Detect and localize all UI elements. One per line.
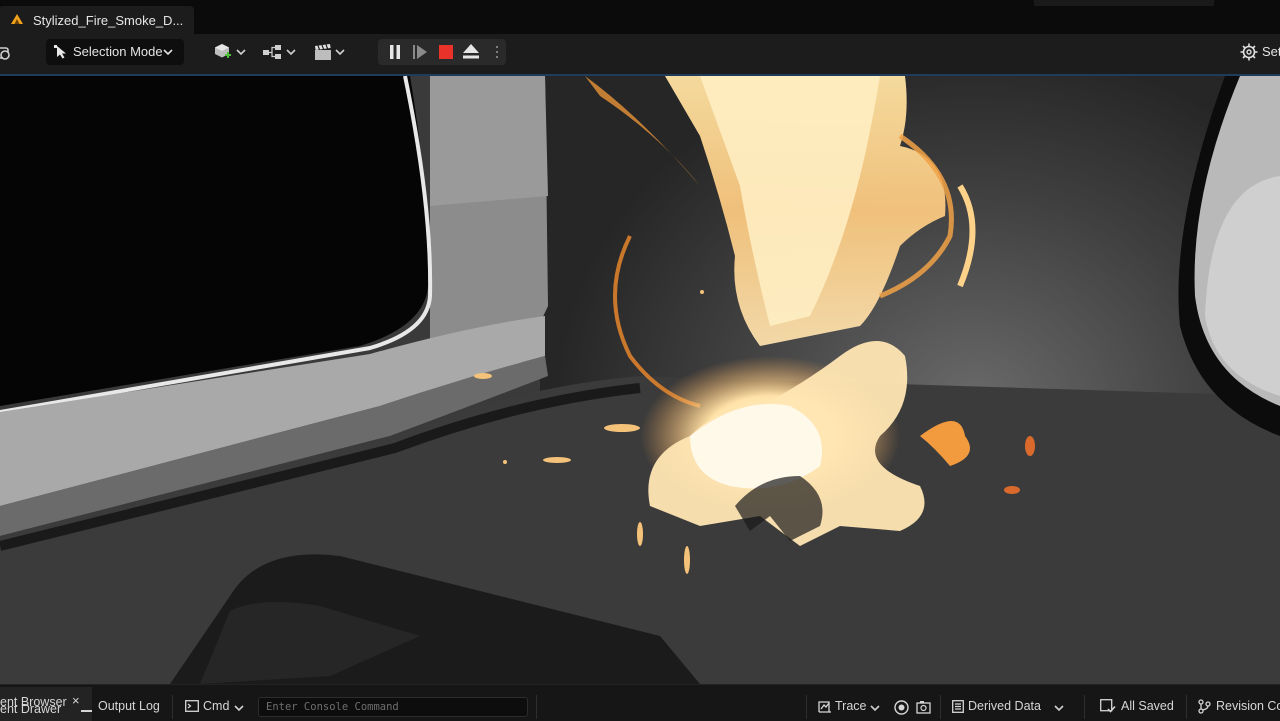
derived-data-label: Derived Data: [968, 699, 1041, 713]
all-saved-label: All Saved: [1121, 699, 1174, 713]
output-log-icon: [81, 710, 92, 712]
selection-mode-dropdown[interactable]: Selection Mode: [46, 39, 184, 65]
more-options-icon[interactable]: [496, 45, 498, 59]
divider: [806, 695, 807, 719]
add-cube-icon: [215, 44, 231, 58]
chevron-down-icon: [870, 705, 880, 712]
status-bar: ent Browser × ent Drawer Output Log Cmd …: [0, 684, 1280, 721]
gear-icon: [1240, 43, 1258, 61]
blueprint-icon: [263, 45, 281, 59]
divider: [172, 695, 173, 719]
trace-icon: [818, 701, 831, 713]
chevron-down-icon: [163, 49, 173, 56]
eject-icon[interactable]: [463, 44, 479, 59]
cinematics-button[interactable]: [312, 39, 348, 65]
revision-control-label: Revision Co: [1216, 699, 1280, 713]
record-icon[interactable]: [894, 700, 909, 715]
trace-label: Trace: [835, 699, 867, 713]
derived-data-icon: [952, 700, 964, 713]
divider: [940, 695, 941, 719]
close-icon[interactable]: ×: [72, 693, 80, 708]
selection-mode-label: Selection Mode: [73, 44, 163, 59]
content-drawer-label[interactable]: ent Drawer: [0, 702, 61, 716]
all-saved-button[interactable]: All Saved: [1100, 695, 1180, 719]
chevron-down-icon: [335, 49, 345, 56]
divider: [536, 695, 537, 719]
output-log-label: Output Log: [98, 699, 160, 713]
chevron-down-icon: [286, 49, 296, 56]
pause-icon[interactable]: [388, 45, 402, 59]
console-command-input[interactable]: [258, 697, 528, 717]
level-viewport[interactable]: [0, 76, 1280, 684]
terminal-icon: [185, 700, 199, 712]
tab-bar: Stylized_Fire_Smoke_D...: [0, 0, 1280, 34]
level-tab[interactable]: Stylized_Fire_Smoke_D...: [0, 6, 194, 34]
settings-label: Set: [1262, 44, 1280, 59]
screenshot-icon[interactable]: [916, 700, 931, 715]
viewport-scene: [0, 76, 1280, 684]
step-forward-icon[interactable]: [413, 45, 428, 59]
revision-control-button[interactable]: Revision Co: [1198, 695, 1280, 719]
divider: [1084, 695, 1085, 719]
cmd-dropdown[interactable]: Cmd: [184, 695, 250, 719]
trace-dropdown[interactable]: Trace: [818, 695, 882, 719]
level-icon: [11, 14, 23, 24]
chevron-down-icon: [234, 705, 244, 712]
stop-icon[interactable]: [439, 45, 453, 59]
save-status-icon: [1100, 699, 1116, 713]
divider: [1186, 695, 1187, 719]
add-actor-button[interactable]: [212, 39, 248, 65]
content-browser-tab[interactable]: ent Browser × ent Drawer: [0, 687, 92, 721]
chevron-down-icon: [236, 49, 246, 56]
cmd-label: Cmd: [203, 699, 230, 713]
main-toolbar: Selection Mode Set: [0, 34, 1280, 74]
branch-icon: [1198, 699, 1211, 714]
level-tab-title: Stylized_Fire_Smoke_D...: [33, 13, 184, 28]
camera-icon[interactable]: [0, 44, 16, 62]
chevron-down-icon: [1054, 705, 1064, 712]
output-log-button[interactable]: Output Log: [80, 695, 172, 719]
clapperboard-icon: [315, 44, 331, 60]
cursor-icon: [54, 45, 66, 59]
window-caption-strip: [1034, 0, 1214, 6]
blueprints-button[interactable]: [261, 39, 297, 65]
play-controls: [378, 39, 506, 65]
derived-data-dropdown[interactable]: Derived Data: [952, 695, 1066, 719]
